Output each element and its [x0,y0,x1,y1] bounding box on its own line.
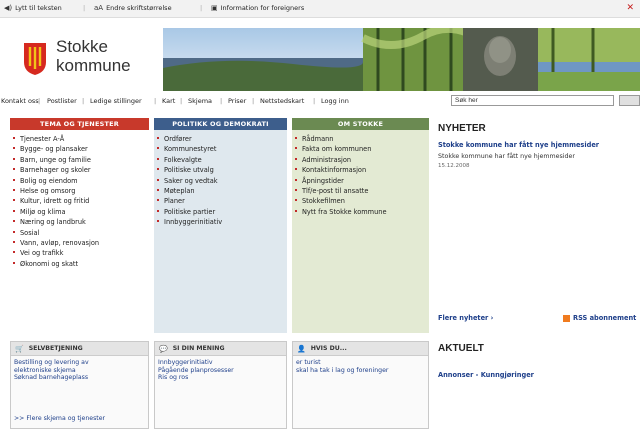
person-icon: 👤 [297,344,306,353]
list-item[interactable]: Bolig og eiendom [13,176,149,186]
separator: | [154,97,157,105]
news-summary: Stokke kommune har fått nye hjemmesider [438,153,575,160]
cart-icon: 🛒 [15,344,24,353]
column-heading[interactable]: OM STOKKE [292,118,429,130]
separator: | [252,97,255,105]
separator: | [313,97,316,105]
box-link[interactable]: Pågående planprosesser [158,367,286,375]
list-item[interactable]: Bygge- og plansaker [13,144,149,154]
announcements-link[interactable]: Annonser - Kunngjøringer [438,371,534,379]
speech-bubble-icon: 💬 [159,344,168,353]
separator: | [82,97,85,105]
box-links: Innbyggerinitiativ Pågående planprosesse… [155,356,286,382]
list-item[interactable]: Folkevalgte [157,155,287,165]
column-heading[interactable]: TEMA OG TJENESTER [10,118,149,130]
more-forms-link[interactable]: >> Flere skjema og tjenester [14,415,105,422]
list-item[interactable]: Stokkefilmen [295,196,429,206]
rss-icon [563,314,570,322]
box-links: Bestilling og levering av elektroniske s… [11,356,148,382]
list-item[interactable]: Administrasjon [295,155,429,165]
text-size-icon: aA [94,4,104,12]
site-logo-text[interactable]: Stokke kommune [56,37,131,75]
nav-item-nettstedskart[interactable]: Nettstedskart [260,97,304,105]
column-list: Ordfører Kommunestyret Folkevalgte Polit… [154,130,287,228]
list-item[interactable]: Saker og vedtak [157,176,287,186]
box-link[interactable]: Bestilling og levering av [14,359,148,367]
rss-subscribe-link[interactable]: RSS abonnement [563,314,636,322]
current-section-title: AKTUELT [438,343,484,354]
box-link[interactable]: Ris og ros [158,374,286,382]
list-item[interactable]: Rådmann [295,134,429,144]
search-input[interactable] [451,95,614,106]
separator: | [83,4,86,12]
list-item[interactable]: Møteplan [157,186,287,196]
box-link[interactable]: elektroniske skjema [14,367,148,375]
list-item[interactable]: Ordfører [157,134,287,144]
box-links: er turist skal ha tak i lag og foreninge… [293,356,428,374]
column-politikk: POLITIKK OG DEMOKRATI Ordfører Kommunest… [154,118,287,333]
more-news-link[interactable]: Flere nyheter › [438,314,493,322]
list-item[interactable]: Politiske utvalg [157,165,287,175]
list-item[interactable]: Helse og omsorg [13,186,149,196]
close-icon[interactable]: ✕ [626,3,634,13]
nav-item-kontakt[interactable]: Kontakt oss [1,97,39,105]
list-item[interactable]: Tjenester A-Å [13,134,149,144]
box-link[interactable]: skal ha tak i lag og foreninger [296,367,428,375]
list-item[interactable]: Miljø og klima [13,207,149,217]
search-button[interactable] [619,95,640,106]
listen-link[interactable]: ◀) Lytt til teksten [4,4,62,12]
list-item[interactable]: Planer [157,196,287,206]
list-item[interactable]: Vann, avløp, renovasjon [13,238,149,248]
column-heading[interactable]: POLITIKK OG DEMOKRATI [154,118,287,130]
opinion-box: 💬 SI DIN MENING Innbyggerinitiativ Pågåen… [154,341,287,429]
list-item[interactable]: Barnehager og skoler [13,165,149,175]
column-list: Rådmann Fakta om kommunen Administrasjon… [292,130,429,217]
list-item[interactable]: Nytt fra Stokke kommune [295,207,429,217]
speaker-icon: ◀) [4,4,13,12]
top-utility-bar: ◀) Lytt til teksten | aA Endre skriftstørr… [0,0,640,18]
list-item[interactable]: Åpningstider [295,176,429,186]
if-you-box: 👤 HVIS DU... er turist skal ha tak i lag … [292,341,429,429]
nav-item-postlister[interactable]: Postlister [47,97,77,105]
nav-item-stillinger[interactable]: Ledige stillinger [90,97,142,105]
text-size-link[interactable]: aA Endre skriftstørrelse [94,4,172,12]
separator: | [220,97,223,105]
nav-item-kart[interactable]: Kart [162,97,175,105]
nav-item-skjema[interactable]: Skjema [188,97,212,105]
header-banner-image [163,28,640,91]
self-service-box: 🛒 SELVBETJENING Bestilling og levering av… [10,341,149,429]
list-item[interactable]: Fakta om kommunen [295,144,429,154]
list-item[interactable]: Politiske partier [157,207,287,217]
column-list: Tjenester A-Å Bygge- og plansaker Barn, … [10,130,149,269]
list-item[interactable]: Barn, unge og familie [13,155,149,165]
info-icon: ▣ [211,4,218,12]
box-link[interactable]: Søknad barnehageplass [14,374,148,382]
list-item[interactable]: Kontaktinformasjon [295,165,429,175]
list-item[interactable]: Økonomi og skatt [13,259,149,269]
box-link[interactable]: Innbyggerinitiativ [158,359,286,367]
separator: | [38,97,41,105]
separator: | [180,97,183,105]
list-item[interactable]: Tlf/e-post til ansatte [295,186,429,196]
box-heading: 🛒 SELVBETJENING [11,342,148,356]
column-om-stokke: OM STOKKE Rådmann Fakta om kommunen Admi… [292,118,429,333]
list-item[interactable]: Næring og landbruk [13,217,149,227]
list-item[interactable]: Innbyggerinitiativ [157,217,287,227]
box-heading: 👤 HVIS DU... [293,342,428,356]
column-tema: TEMA OG TJENESTER Tjenester A-Å Bygge- o… [10,118,149,333]
nav-item-logg-inn[interactable]: Logg inn [321,97,349,105]
list-item[interactable]: Kultur, idrett og fritid [13,196,149,206]
list-item[interactable]: Sosial [13,228,149,238]
news-headline-link[interactable]: Stokke kommune har fått nye hjemmesider [438,141,599,149]
nav-item-priser[interactable]: Priser [228,97,246,105]
list-item[interactable]: Kommunestyret [157,144,287,154]
box-link[interactable]: er turist [296,359,428,367]
coat-of-arms-logo[interactable] [23,42,47,76]
box-heading: 💬 SI DIN MENING [155,342,286,356]
list-item[interactable]: Vei og trafikk [13,248,149,258]
separator: | [200,4,203,12]
news-section-title: NYHETER [438,123,486,134]
news-date: 15.12.2008 [438,163,470,169]
foreigners-link[interactable]: ▣ Information for foreigners [211,4,304,12]
